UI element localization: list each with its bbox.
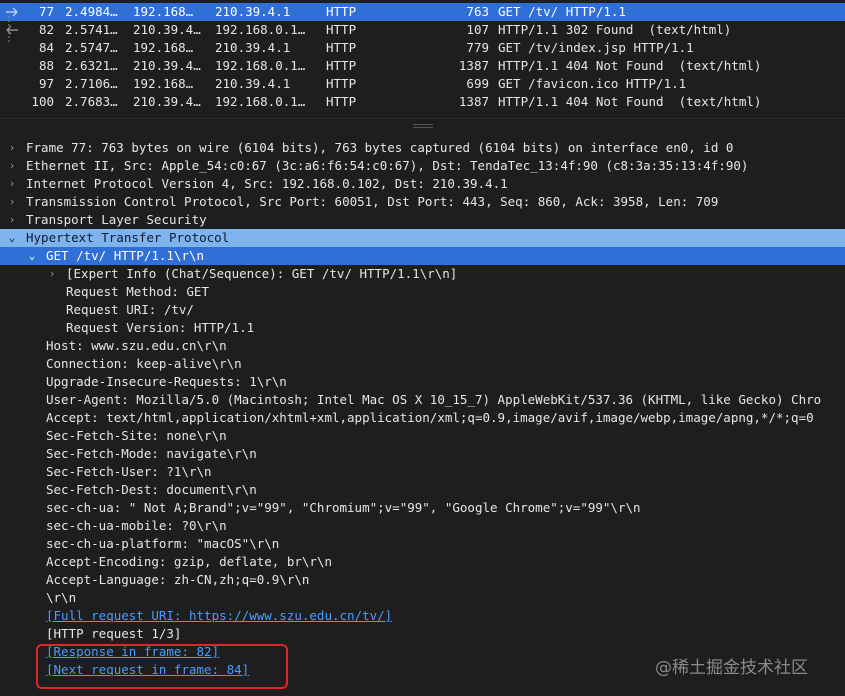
packet-len: 1387 — [458, 94, 489, 109]
packet-row[interactable]: 97 2.7106… 192.168… 210.39.4.1 HTTP 699 GET /f… — [0, 75, 845, 93]
full-uri-link[interactable]: [Full request URI: https://www.szu.edu.c… — [46, 607, 392, 625]
tree-label: User-Agent: Mozilla/5.0 (Macintosh; Inte… — [46, 392, 822, 407]
conversation-bracket-icon — [8, 12, 10, 42]
tree-label: Sec-Fetch-Mode: navigate\r\n — [46, 446, 257, 461]
tree-label: GET /tv/ HTTP/1.1\r\n — [46, 248, 205, 263]
packet-info: GET /tv/index.jsp HTTP/1.1 — [498, 40, 694, 55]
tree-item-method[interactable]: Request Method: GET — [0, 283, 845, 301]
tree-item-frame[interactable]: › Frame 77: 763 bytes on wire (6104 bits… — [0, 139, 845, 157]
tree-item-ethernet[interactable]: › Ethernet II, Src: Apple_54:c0:67 (3c:a… — [0, 157, 845, 175]
tree-label: sec-ch-ua-platform: "macOS"\r\n — [46, 536, 280, 551]
tree-label: [Expert Info (Chat/Sequence): GET /tv/ H… — [66, 266, 458, 281]
tree-item-header[interactable]: Accept: text/html,application/xhtml+xml,… — [0, 409, 845, 427]
packet-detail-tree[interactable]: › Frame 77: 763 bytes on wire (6104 bits… — [0, 139, 845, 696]
tree-label: Sec-Fetch-User: ?1\r\n — [46, 464, 212, 479]
tree-item-header[interactable]: sec-ch-ua-platform: "macOS"\r\n — [0, 535, 845, 553]
tree-item-header[interactable]: Sec-Fetch-User: ?1\r\n — [0, 463, 845, 481]
tree-label: Host: www.szu.edu.cn\r\n — [46, 338, 227, 353]
tree-label: Frame 77: 763 bytes on wire (6104 bits),… — [26, 140, 734, 155]
tree-label: Sec-Fetch-Dest: document\r\n — [46, 482, 257, 497]
pane-splitter[interactable] — [0, 118, 845, 133]
tree-label: [HTTP request 1/3] — [46, 626, 182, 641]
tree-item-expert-info[interactable]: › [Expert Info (Chat/Sequence): GET /tv/… — [0, 265, 845, 283]
packet-info: GET /tv/ HTTP/1.1 — [498, 4, 626, 19]
packet-row[interactable]: 88 2.6321… 210.39.4… 192.168.0.1… HTTP 1387 HT… — [0, 57, 845, 75]
packet-len: 699 — [466, 76, 489, 91]
chevron-right-icon[interactable]: › — [6, 139, 18, 157]
chevron-down-icon[interactable]: ⌄ — [6, 229, 18, 247]
chevron-right-icon[interactable]: › — [6, 193, 18, 211]
packet-row[interactable]: 100 2.7683… 210.39.4… 192.168.0.1… HTTP 1387 H… — [0, 93, 845, 111]
tree-item-tcp[interactable]: › Transmission Control Protocol, Src Por… — [0, 193, 845, 211]
chevron-right-icon[interactable]: › — [6, 211, 18, 229]
tree-item-request-number[interactable]: [HTTP request 1/3] — [0, 625, 845, 643]
packet-info: HTTP/1.1 302 Found (text/html) — [498, 22, 732, 37]
tree-item-ip[interactable]: › Internet Protocol Version 4, Src: 192.… — [0, 175, 845, 193]
tree-label: Sec-Fetch-Site: none\r\n — [46, 428, 227, 443]
watermark: @稀土掘金技术社区 — [655, 658, 808, 678]
chevron-down-icon[interactable]: ⌄ — [26, 247, 38, 265]
tree-item-header[interactable]: User-Agent: Mozilla/5.0 (Macintosh; Inte… — [0, 391, 845, 409]
tree-label: Upgrade-Insecure-Requests: 1\r\n — [46, 374, 287, 389]
tree-label: \r\n — [46, 590, 77, 605]
tree-item-header[interactable]: Sec-Fetch-Dest: document\r\n — [0, 481, 845, 499]
tree-item-request-line[interactable]: ⌄ GET /tv/ HTTP/1.1\r\n — [0, 247, 845, 265]
tree-label: Accept-Language: zh-CN,zh;q=0.9\r\n — [46, 572, 310, 587]
annotation-highlight-box — [36, 644, 288, 689]
tree-label: Accept: text/html,application/xhtml+xml,… — [46, 410, 814, 425]
tree-label: sec-ch-ua-mobile: ?0\r\n — [46, 518, 227, 533]
tree-label: Request Version: HTTP/1.1 — [66, 320, 255, 335]
splitter-grip-icon[interactable] — [413, 124, 433, 125]
tree-label: sec-ch-ua: " Not A;Brand";v="99", "Chrom… — [46, 500, 641, 515]
tree-label: Connection: keep-alive\r\n — [46, 356, 242, 371]
tree-item-header[interactable]: Upgrade-Insecure-Requests: 1\r\n — [0, 373, 845, 391]
tree-item-tls[interactable]: › Transport Layer Security — [0, 211, 845, 229]
tree-item-header[interactable]: \r\n — [0, 589, 845, 607]
tree-item-header[interactable]: Sec-Fetch-Site: none\r\n — [0, 427, 845, 445]
chevron-right-icon[interactable]: › — [6, 175, 18, 193]
packet-list[interactable]: 77 2.4984… 192.168… 210.39.4.1 HTTP 763 GET /t… — [0, 0, 845, 112]
tree-item-full-uri[interactable]: [Full request URI: https://www.szu.edu.c… — [0, 607, 845, 625]
tree-item-header[interactable]: Accept-Encoding: gzip, deflate, br\r\n — [0, 553, 845, 571]
packet-len: 107 — [466, 22, 489, 37]
tree-item-header[interactable]: Connection: keep-alive\r\n — [0, 355, 845, 373]
tree-item-header[interactable]: Accept-Language: zh-CN,zh;q=0.9\r\n — [0, 571, 845, 589]
packet-len: 779 — [466, 40, 489, 55]
tree-label: Internet Protocol Version 4, Src: 192.16… — [26, 176, 508, 191]
tree-item-header[interactable]: sec-ch-ua-mobile: ?0\r\n — [0, 517, 845, 535]
tree-label: Ethernet II, Src: Apple_54:c0:67 (3c:a6:… — [26, 158, 749, 173]
tree-item-uri[interactable]: Request URI: /tv/ — [0, 301, 845, 319]
tree-label: Hypertext Transfer Protocol — [26, 230, 230, 245]
packet-row[interactable]: 77 2.4984… 192.168… 210.39.4.1 HTTP 763 GET /t… — [0, 3, 845, 21]
packet-info: HTTP/1.1 404 Not Found (text/html) — [498, 58, 762, 73]
tree-item-header[interactable]: Sec-Fetch-Mode: navigate\r\n — [0, 445, 845, 463]
tree-label: Transport Layer Security — [26, 212, 207, 227]
tree-label: Request URI: /tv/ — [66, 302, 194, 317]
packet-row[interactable]: 82 2.5741… 210.39.4… 192.168.0.1… HTTP 107 HTT… — [0, 21, 845, 39]
tree-item-version[interactable]: Request Version: HTTP/1.1 — [0, 319, 845, 337]
tree-item-header[interactable]: sec-ch-ua: " Not A;Brand";v="99", "Chrom… — [0, 499, 845, 517]
tree-item-http[interactable]: ⌄ Hypertext Transfer Protocol — [0, 229, 845, 247]
packet-row[interactable]: 84 2.5747… 192.168… 210.39.4.1 HTTP 779 GET /t… — [0, 39, 845, 57]
tree-label: Transmission Control Protocol, Src Port:… — [26, 194, 719, 209]
tree-label: Accept-Encoding: gzip, deflate, br\r\n — [46, 554, 332, 569]
packet-len: 763 — [466, 4, 489, 19]
tree-item-header[interactable]: Host: www.szu.edu.cn\r\n — [0, 337, 845, 355]
packet-len: 1387 — [458, 58, 489, 73]
chevron-right-icon[interactable]: › — [6, 157, 18, 175]
chevron-right-icon[interactable]: › — [46, 265, 58, 283]
packet-info: GET /favicon.ico HTTP/1.1 — [498, 76, 687, 91]
tree-label: Request Method: GET — [66, 284, 209, 299]
packet-info: HTTP/1.1 404 Not Found (text/html) — [498, 94, 762, 109]
